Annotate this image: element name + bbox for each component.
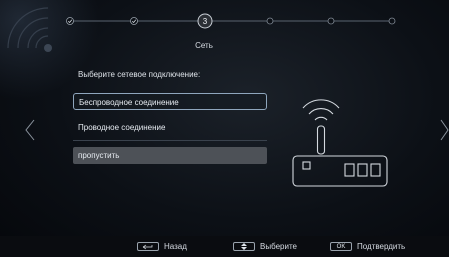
chevron-right-icon[interactable] (439, 119, 449, 141)
select-hint: Выберите (233, 242, 297, 251)
step-3-current: 3 (197, 13, 213, 29)
option-wired-connection[interactable]: Проводное соединение (73, 119, 267, 136)
step-2-check-icon (130, 17, 138, 25)
option-skip[interactable]: пропустить (73, 147, 267, 164)
step-6-dot (388, 17, 396, 25)
step-4-dot (266, 17, 274, 25)
confirm-hint[interactable]: OK Подтвердить (330, 242, 405, 251)
option-skip-label: пропустить (78, 151, 120, 160)
option-wireless-connection[interactable]: Беспроводное соединение (73, 93, 267, 110)
ok-key: OK (330, 242, 352, 251)
up-down-icon (233, 242, 255, 251)
setup-screen: 3 Сеть Выберите сетевое подключение: Бес… (0, 0, 449, 257)
router-illustration-icon (292, 99, 388, 187)
back-label: Назад (164, 242, 187, 251)
option-wired-label: Проводное соединение (78, 123, 166, 132)
step-5-dot (327, 17, 335, 25)
current-step-label: Сеть (195, 41, 213, 50)
select-label: Выберите (260, 242, 297, 251)
confirm-label: Подтвердить (357, 242, 406, 251)
bottom-hint-bar: Назад Выберите OK Подтвердить (0, 236, 449, 257)
step-1-check-icon (66, 17, 74, 25)
chevron-left-icon[interactable] (24, 119, 36, 141)
network-prompt: Выберите сетевое подключение: (78, 70, 201, 79)
option-wireless-label: Беспроводное соединение (79, 98, 179, 107)
return-arrow-icon (137, 242, 159, 251)
current-step-number: 3 (203, 17, 208, 26)
back-hint[interactable]: Назад (137, 242, 187, 251)
options-divider (73, 140, 267, 141)
progress-stepper: 3 (66, 13, 396, 29)
